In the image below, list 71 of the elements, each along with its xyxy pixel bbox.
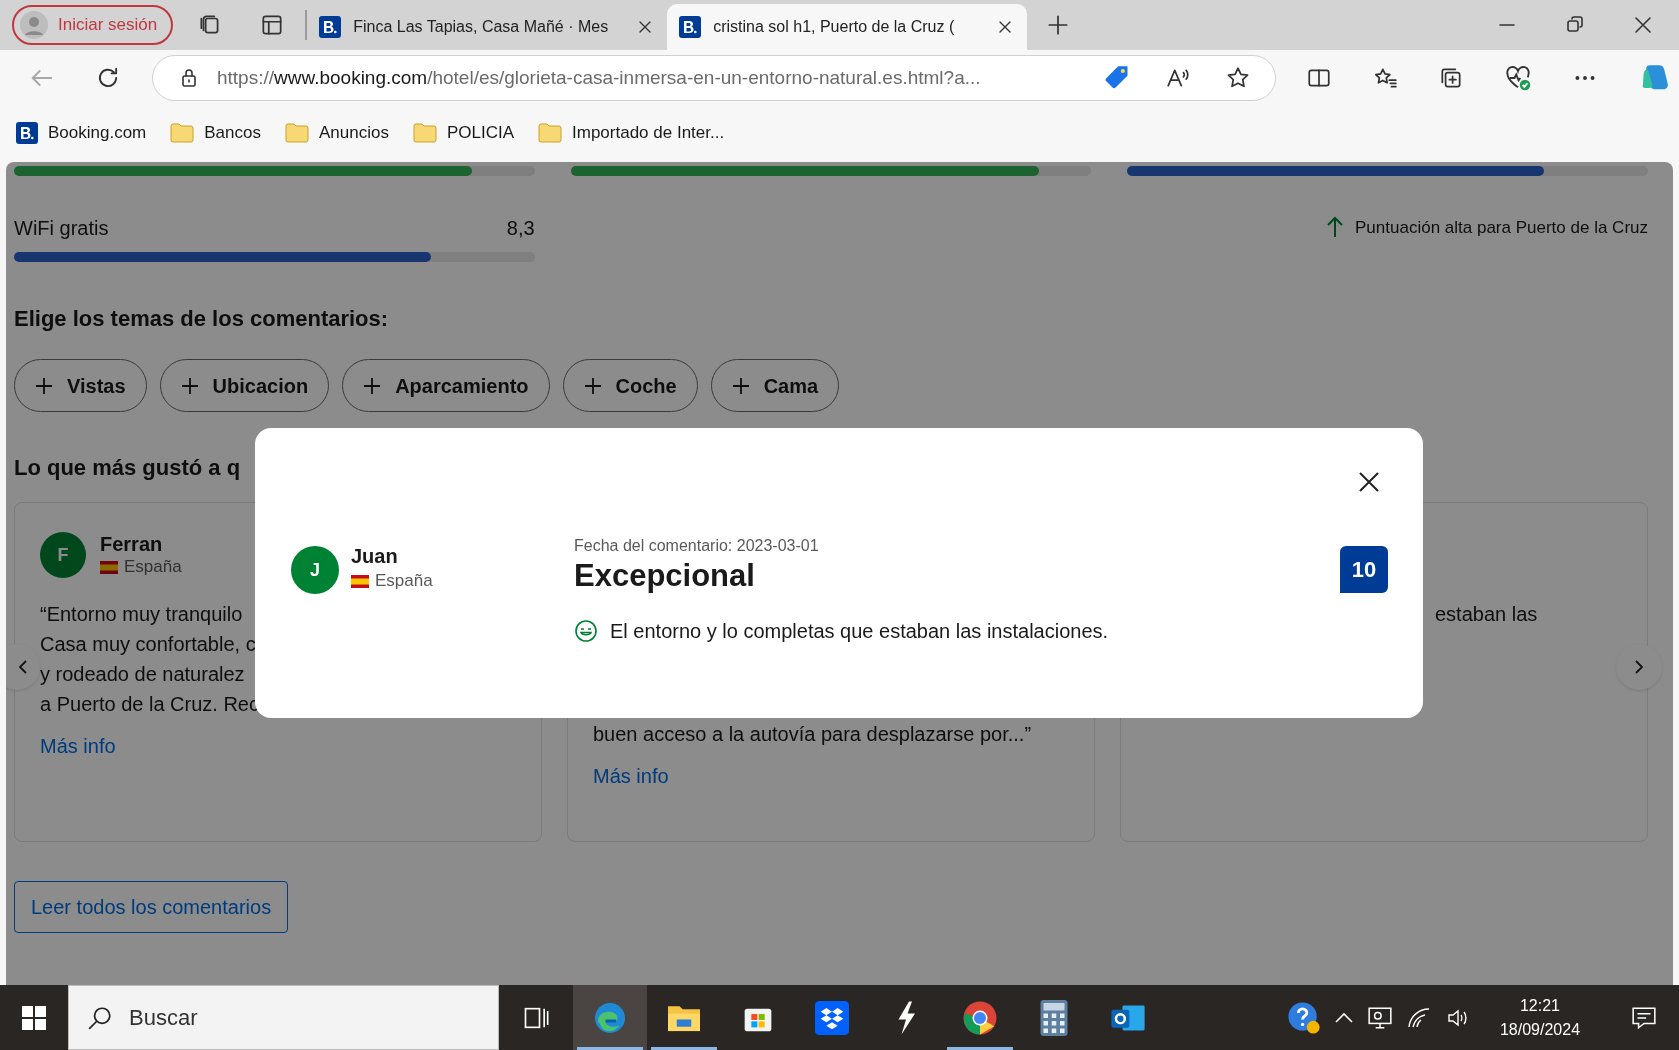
category-score: 8,3 [506,216,535,240]
more-info-link[interactable]: Más info [40,731,116,761]
plus-icon [731,376,750,395]
close-icon [1358,471,1380,493]
section-heading: Lo que más gustó a q [14,456,242,480]
clock-time: 12:21 [1518,995,1561,1016]
dropbox-icon [815,1000,849,1035]
plus-icon [363,376,382,395]
browser-tab[interactable]: cristina sol h1, Puerto de la Cruz ( [667,4,1028,50]
bookmark[interactable]: Anuncios [285,120,389,146]
profile-button[interactable]: Iniciar sesión [12,5,174,45]
chrome-browser-icon [962,999,998,1036]
folder-icon [285,123,309,143]
reviewer-name: Juan [351,544,399,568]
wifi-icon[interactable] [1407,1006,1431,1029]
avatar-icon [20,11,48,39]
review-text: “Entorno muy tranquilo [40,602,243,627]
read-all-button[interactable]: Leer todos los comentarios [14,881,289,933]
booking-logo-icon [679,16,702,38]
folder-icon [170,123,195,143]
chevron-left-icon [18,659,28,675]
category-label: WiFi gratis [14,216,109,240]
clock-date: 18/09/2024 [1498,1019,1582,1040]
url-text: https://www.booking.com/hotel/es/glorieta-casa-inmersa-en-un-entorno-natural.es.html?a... [217,65,981,90]
review-date: Fecha del comentario: 2023-03-01 [574,536,819,556]
more-info-link[interactable]: Más info [593,761,669,791]
chevron-right-icon [1634,659,1644,675]
taskbar-search-field[interactable]: Buscar [68,985,499,1050]
reviewer-country: España [375,570,433,592]
score-badge: 10 [1340,546,1388,593]
review-text: Casa muy confortable, c [40,632,256,657]
avatar: J [291,546,339,594]
folder-icon [412,123,437,143]
tab-title: cristina sol h1, Puerto de la Cruz ( [713,17,956,37]
review-text: El entorno y lo completas que estaban las instalaciones. [610,619,1109,644]
collections-icon[interactable] [1438,65,1464,91]
calculator-icon [1040,999,1068,1036]
reviewer-country: España [124,556,182,578]
avatar: F [40,532,86,578]
bookmark[interactable]: POLICIA [412,120,514,146]
folder-icon [538,123,562,143]
plus-icon [583,376,602,395]
section-heading: Elige los temas de los comentarios: [14,307,390,331]
windows-start-icon[interactable] [22,1005,46,1030]
plus-icon [35,376,53,395]
review-text: y rodeado de naturalez [40,662,245,687]
favorites-icon[interactable] [1372,65,1398,91]
plus-icon [180,376,199,395]
reviewer-name: Ferran [100,532,164,556]
browser-tab[interactable]: Finca Las Tapias, Casa Mañé · Mes [307,4,668,50]
bookmark[interactable]: Bancos [170,120,261,146]
highlight-text: Puntuación alta para Puerto de la Cruz [1355,217,1648,239]
address-bar[interactable]: https://www.booking.com/hotel/es/glorieta-casa-inmersa-en-un-entorno-natural.es.html?a... [152,55,1276,101]
booking-logo-icon [16,122,38,144]
review-text: estaban las [1435,602,1538,627]
spain-flag-icon [100,560,118,574]
search-icon [87,1004,113,1031]
display-icon[interactable] [1367,1005,1393,1030]
tab-title: Finca Las Tapias, Casa Mañé · Mes [353,17,610,37]
health-check-icon[interactable] [1504,64,1532,92]
bookmark[interactable]: Booking.com [16,120,147,146]
smiley-icon [574,619,598,643]
booking-logo-icon [319,16,342,38]
spain-flag-icon [351,574,369,588]
chevron-up-icon[interactable] [1335,1011,1353,1024]
notifications-icon[interactable] [1631,1004,1657,1031]
review-title: Excepcional [574,557,755,595]
help-icon[interactable] [1287,1000,1321,1035]
search-input[interactable]: Buscar [129,987,469,1048]
review-text: buen acceso a la autovía para desplazarse por...” [593,722,1032,747]
bookmark[interactable]: Importado de Inter... [538,120,725,146]
